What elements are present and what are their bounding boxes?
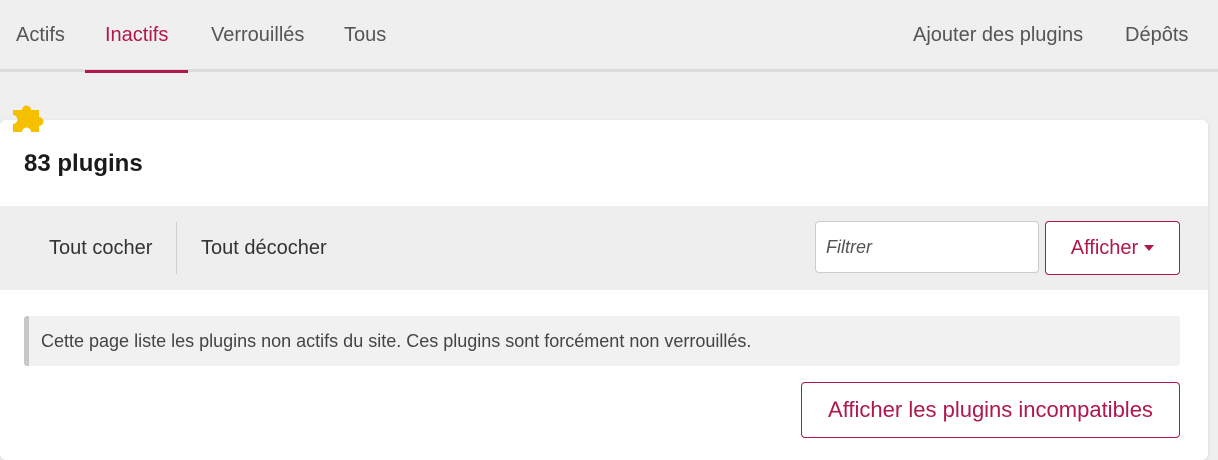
show-incompatible-plugins-button[interactable]: Afficher les plugins incompatibles [801,382,1180,438]
caret-down-icon [1144,245,1155,251]
show-button-label: Afficher [1070,236,1139,259]
puzzle-icon [13,105,44,132]
toolbar-divider [176,222,177,274]
plugin-tabs: Actifs Inactifs Verrouillés Tous Ajouter… [0,0,1218,73]
tab-tous[interactable]: Tous [344,0,386,72]
tab-depots[interactable]: Dépôts [1125,0,1188,72]
tab-actifs[interactable]: Actifs [16,0,65,72]
plugins-toolbar: Tout cocher Tout décocher Afficher [0,206,1208,290]
plugins-panel: 83 plugins Tout cocher Tout décocher Aff… [0,120,1208,460]
filter-input[interactable] [815,221,1039,273]
tab-inactifs[interactable]: Inactifs [84,0,189,73]
uncheck-all-button[interactable]: Tout décocher [201,206,327,290]
check-all-button[interactable]: Tout cocher [49,206,152,290]
page-title: 83 plugins [24,150,143,177]
tab-verrouilles[interactable]: Verrouillés [211,0,304,72]
tab-ajouter-des-plugins[interactable]: Ajouter des plugins [913,0,1083,72]
info-notice: Cette page liste les plugins non actifs … [24,316,1180,366]
show-dropdown-button[interactable]: Afficher [1045,221,1180,275]
